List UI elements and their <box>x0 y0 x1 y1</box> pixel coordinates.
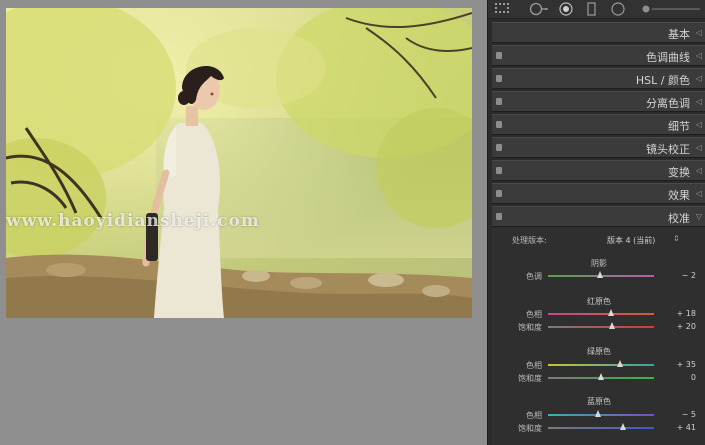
slider-label: 饱和度 <box>518 424 542 433</box>
slider-value[interactable]: + 41 <box>677 423 696 432</box>
collapse-arrow-icon[interactable]: ◁ <box>696 189 702 198</box>
watermark-text: www.haoyidiansheji.com <box>6 211 260 231</box>
slider-track[interactable] <box>548 313 654 315</box>
panel-section-header[interactable]: 基本 ◁ <box>492 22 705 43</box>
panel-section-header[interactable]: 校准 ▽ <box>492 206 705 227</box>
calibration-slider-row: 饱和度 0 <box>492 372 705 384</box>
tool-strip <box>488 0 705 19</box>
dropdown-arrows-icon[interactable]: ⇕ <box>673 234 680 243</box>
photo-preview[interactable] <box>6 8 472 318</box>
section-toggle-switch[interactable] <box>496 167 502 174</box>
section-label: 色调曲线 <box>646 51 690 64</box>
slider-value[interactable]: 0 <box>691 373 696 382</box>
section-label: 镜头校正 <box>646 143 690 156</box>
collapse-arrow-icon[interactable]: ◁ <box>696 51 702 60</box>
panel-section-header[interactable]: HSL / 颜色 ◁ <box>492 68 705 89</box>
section-label: 校准 <box>668 212 690 225</box>
slider-label: 色相 <box>526 411 542 420</box>
collapse-arrow-icon[interactable]: ◁ <box>696 74 702 83</box>
slider-thumb[interactable] <box>616 360 623 367</box>
crop-circle-icon[interactable] <box>528 2 550 16</box>
slider-label: 色相 <box>526 361 542 370</box>
panel-section-header[interactable]: 细节 ◁ <box>492 114 705 135</box>
image-canvas: www.haoyidiansheji.com <box>0 0 487 445</box>
calibration-group-title: 蓝原色 <box>587 397 611 406</box>
calibration-slider-row: 色相 − 5 <box>492 409 705 421</box>
collapse-arrow-icon[interactable]: ◁ <box>696 28 702 37</box>
slider-thumb[interactable] <box>608 322 615 329</box>
radial-filter-icon[interactable] <box>610 2 626 16</box>
panel-section-header[interactable]: 分离色调 ◁ <box>492 91 705 112</box>
collapse-arrow-icon[interactable]: ◁ <box>696 166 702 175</box>
calibration-slider-row: 色相 + 35 <box>492 359 705 371</box>
section-toggle-switch[interactable] <box>496 190 502 197</box>
spot-removal-icon[interactable] <box>558 2 574 16</box>
slider-thumb[interactable] <box>595 410 602 417</box>
develop-panel: 基本 ◁ 色调曲线 ◁ HSL / 颜色 ◁ 分离色调 ◁ 细节 ◁ 镜头校正 ◁ 变换 ◁ 效果 ◁ 校准 ▽ … <box>487 0 705 445</box>
slider-value[interactable]: + 18 <box>677 309 696 318</box>
calibration-section: 处理版本: 版本 4 (当前) ⇕ 阴影色调 − 2 红原色色相 + 18 饱和度 + 2… <box>492 228 705 445</box>
section-label: 基本 <box>668 28 690 41</box>
panel-section-header[interactable]: 镜头校正 ◁ <box>492 137 705 158</box>
slider-thumb[interactable] <box>607 309 614 316</box>
section-toggle-switch[interactable] <box>496 144 502 151</box>
calibration-slider-row: 色相 + 18 <box>492 308 705 320</box>
slider-thumb[interactable] <box>596 271 603 278</box>
slider-label: 色相 <box>526 310 542 319</box>
section-label: 细节 <box>668 120 690 133</box>
section-label: 变换 <box>668 166 690 179</box>
expand-arrow-icon[interactable]: ▽ <box>696 212 702 221</box>
grid-icon[interactable] <box>494 2 510 16</box>
section-toggle-switch[interactable] <box>496 121 502 128</box>
slider-track[interactable] <box>548 364 654 366</box>
collapse-arrow-icon[interactable]: ◁ <box>696 143 702 152</box>
slider-thumb[interactable] <box>598 373 604 380</box>
brush-icon[interactable] <box>586 2 598 16</box>
section-toggle-switch[interactable] <box>496 52 502 59</box>
process-version-value[interactable]: 版本 4 (当前) <box>607 235 655 246</box>
section-toggle-switch[interactable] <box>496 98 502 105</box>
panel-section-header[interactable]: 变换 ◁ <box>492 160 705 181</box>
section-label: HSL / 颜色 <box>635 74 690 87</box>
slider-label: 饱和度 <box>518 323 542 332</box>
section-toggle-switch[interactable] <box>496 75 502 82</box>
calibration-slider-row: 色调 − 2 <box>492 270 705 282</box>
slider-thumb[interactable] <box>619 423 626 430</box>
slider-value[interactable]: − 2 <box>682 271 696 280</box>
slider-icon[interactable] <box>640 2 702 16</box>
calibration-group-title: 红原色 <box>587 297 611 306</box>
panel-section-header[interactable]: 色调曲线 ◁ <box>492 45 705 66</box>
slider-label: 饱和度 <box>518 374 542 383</box>
section-label: 效果 <box>668 189 690 202</box>
section-toggle-switch[interactable] <box>496 213 502 220</box>
slider-track[interactable] <box>548 326 654 328</box>
calibration-group-title: 阴影 <box>591 259 607 268</box>
section-label: 分离色调 <box>646 97 690 110</box>
panel-section-header[interactable]: 效果 ◁ <box>492 183 705 204</box>
collapse-arrow-icon[interactable]: ◁ <box>696 120 702 129</box>
collapse-arrow-icon[interactable]: ◁ <box>696 97 702 106</box>
calibration-slider-row: 饱和度 + 20 <box>492 321 705 333</box>
slider-value[interactable]: − 5 <box>682 410 696 419</box>
calibration-group-title: 绿原色 <box>587 347 611 356</box>
slider-label: 色调 <box>526 272 542 281</box>
process-version-label: 处理版本: <box>512 236 547 245</box>
calibration-slider-row: 饱和度 + 41 <box>492 422 705 434</box>
slider-value[interactable]: + 35 <box>677 360 696 369</box>
slider-value[interactable]: + 20 <box>677 322 696 331</box>
slider-track[interactable] <box>548 427 654 429</box>
